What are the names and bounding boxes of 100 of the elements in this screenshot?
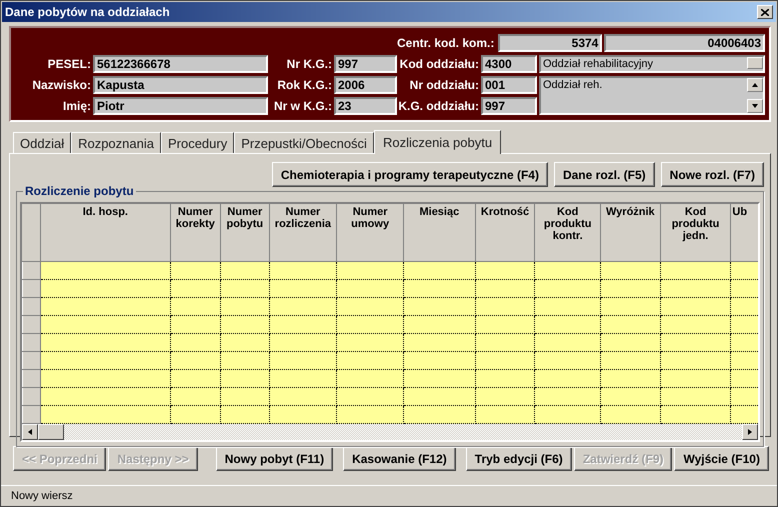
table-cell[interactable] [660,316,731,334]
table-cell[interactable] [660,406,731,424]
tab[interactable]: Oddział [13,132,72,153]
table-cell[interactable] [170,280,221,298]
table-cell[interactable] [403,406,476,424]
table-cell[interactable] [40,280,170,298]
row-header[interactable] [22,280,41,298]
table-cell[interactable] [600,298,660,316]
table-cell[interactable] [220,406,270,424]
table-cell[interactable] [475,298,535,316]
table-cell[interactable] [40,316,170,334]
table-cell[interactable] [660,352,731,370]
table-cell[interactable] [220,334,270,352]
column-header[interactable]: Numer pobytu [220,204,270,262]
table-cell[interactable] [40,370,170,388]
table-cell[interactable] [534,352,601,370]
column-header[interactable]: Miesiąc [403,204,476,262]
table-cell[interactable] [336,352,404,370]
table-cell[interactable] [600,334,660,352]
table-cell[interactable] [269,334,337,352]
table-cell[interactable] [40,298,170,316]
table-cell[interactable] [600,316,660,334]
table-cell[interactable] [269,316,337,334]
nav-button[interactable]: Kasowanie (F12) [343,446,456,471]
column-header[interactable]: Id. hosp. [40,204,170,262]
table-cell[interactable] [403,352,476,370]
action-button[interactable]: Nowe rozl. (F7) [660,162,764,187]
table-cell[interactable] [475,388,535,406]
ward-name-field[interactable]: Oddział rehabilitacyjny [539,55,765,73]
column-header[interactable]: Numer umowy [336,204,404,262]
table-cell[interactable] [40,262,170,280]
row-header[interactable] [22,388,41,406]
table-cell[interactable] [403,334,476,352]
table-cell[interactable] [403,262,476,280]
table-cell[interactable] [170,334,221,352]
table-cell[interactable] [269,370,337,388]
table-cell[interactable] [170,352,221,370]
table-cell[interactable] [220,262,270,280]
ward-note-field[interactable]: Oddział reh. [539,76,765,115]
table-cell[interactable] [403,370,476,388]
tab[interactable]: Procedury [160,132,234,153]
table-cell[interactable] [475,316,535,334]
table-cell[interactable] [336,262,404,280]
row-header[interactable] [22,316,41,334]
column-header[interactable]: Krotność [475,204,535,262]
row-header[interactable] [22,370,41,388]
table-cell[interactable] [660,280,731,298]
table-cell[interactable] [220,370,270,388]
table-cell[interactable] [600,262,660,280]
table-cell[interactable] [403,388,476,406]
table-cell[interactable] [403,316,476,334]
table-cell[interactable] [600,406,660,424]
horizontal-scrollbar[interactable] [22,424,758,440]
row-header[interactable] [22,352,41,370]
table-cell[interactable] [336,406,404,424]
table-cell[interactable] [534,388,601,406]
table-cell[interactable] [170,316,221,334]
column-header[interactable]: Wyróżnik [600,204,660,262]
tab[interactable]: Przepustki/Obecności [234,132,374,153]
action-button[interactable]: Dane rozl. (F5) [554,162,655,187]
table-cell[interactable] [600,280,660,298]
table-cell[interactable] [220,280,270,298]
table-cell[interactable] [336,334,404,352]
table-cell[interactable] [170,406,221,424]
table-cell[interactable] [269,280,337,298]
table-cell[interactable] [475,370,535,388]
table-cell[interactable] [170,262,221,280]
table-cell[interactable] [403,280,476,298]
table-cell[interactable] [660,388,731,406]
table-cell[interactable] [660,370,731,388]
column-header[interactable]: Kod produktu jedn. [660,204,731,262]
table-cell[interactable] [336,298,404,316]
table-cell[interactable] [269,298,337,316]
table-cell[interactable] [220,316,270,334]
table-cell[interactable] [660,298,731,316]
table-cell[interactable] [170,370,221,388]
table-cell[interactable] [534,262,601,280]
table-cell[interactable] [220,298,270,316]
tab[interactable]: Rozpoznania [71,132,161,153]
table-cell[interactable] [475,334,535,352]
row-header[interactable] [22,262,41,280]
table-cell[interactable] [40,388,170,406]
table-cell[interactable] [475,262,535,280]
nav-button[interactable]: Tryb edycji (F6) [466,446,572,471]
table-cell[interactable] [475,406,535,424]
table-cell[interactable] [220,352,270,370]
table-cell[interactable] [170,388,221,406]
nav-button[interactable]: Nowy pobyt (F11) [216,446,334,471]
table-cell[interactable] [600,388,660,406]
table-cell[interactable] [336,370,404,388]
table-cell[interactable] [660,334,731,352]
table-cell[interactable] [534,334,601,352]
nav-button[interactable]: Wyjście (F10) [674,446,769,471]
close-button[interactable] [757,5,773,19]
table-cell[interactable] [475,352,535,370]
table-cell[interactable] [269,352,337,370]
column-header[interactable]: Ub [730,204,758,262]
table-cell[interactable] [600,370,660,388]
table-cell[interactable] [220,388,270,406]
column-header[interactable]: Numer korekty [170,204,221,262]
